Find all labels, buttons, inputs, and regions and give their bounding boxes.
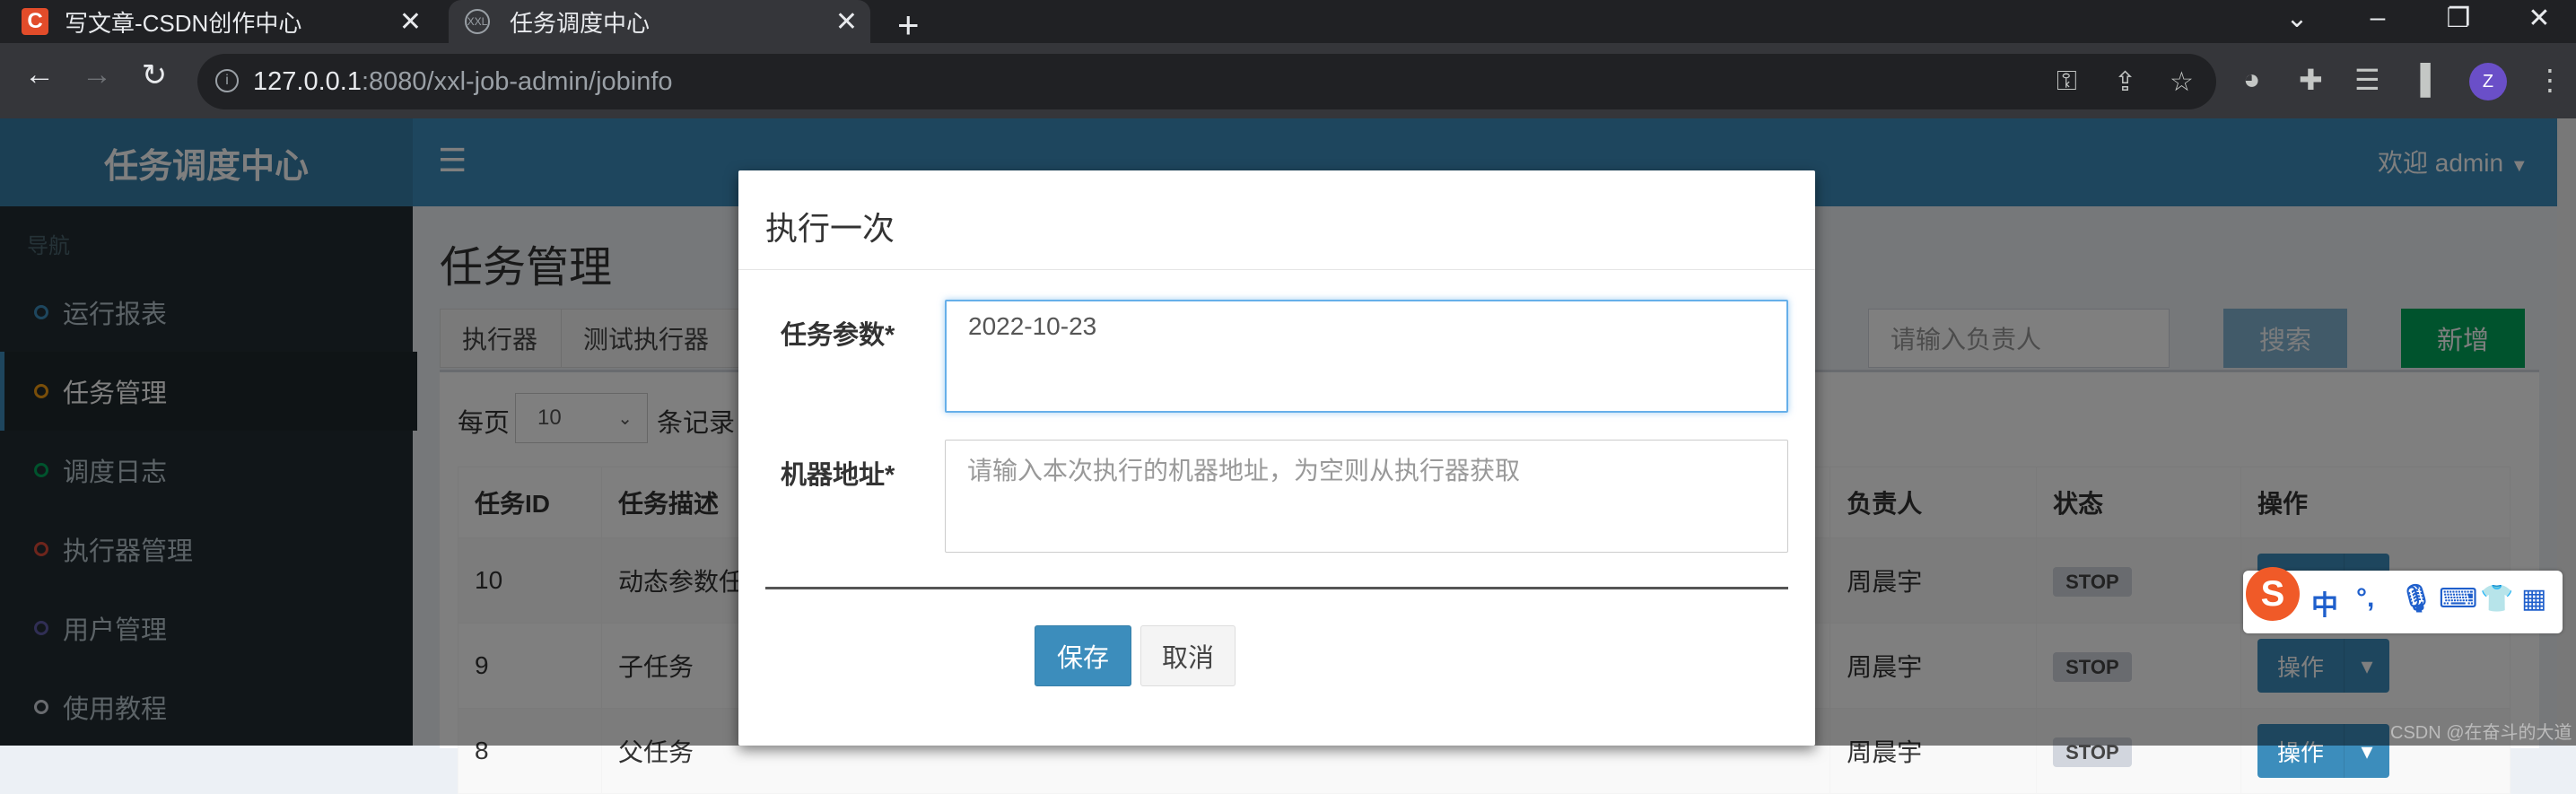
url-host: 127.0.0.1 xyxy=(253,66,362,96)
share-icon[interactable]: ⇪ xyxy=(2114,66,2136,98)
tab-search-icon[interactable]: ⌄ xyxy=(2270,0,2324,36)
new-tab-button[interactable]: + xyxy=(897,4,920,47)
save-button[interactable]: 保存 xyxy=(1035,625,1131,686)
tab-label: 任务调度中心 xyxy=(510,9,651,37)
sogou-logo-icon[interactable]: S xyxy=(2246,567,2300,621)
profile-avatar[interactable]: Z xyxy=(2469,63,2507,100)
param-textarea[interactable]: 2022-10-23 xyxy=(945,300,1788,413)
tab-xxl-job[interactable]: XXL 任务调度中心 ✕ xyxy=(449,0,870,43)
dialog-title: 执行一次 xyxy=(765,210,895,247)
apps-icon[interactable]: ▦ xyxy=(2521,583,2546,615)
form-divider xyxy=(765,587,1788,589)
csdn-favicon-icon: C xyxy=(22,8,48,35)
dialog-header-divider xyxy=(738,269,1815,270)
keyboard-icon[interactable]: ⌨ xyxy=(2439,583,2477,615)
browser-menu-icon[interactable]: ⋮ xyxy=(2536,63,2564,97)
key-icon[interactable]: ⚿ xyxy=(2056,66,2077,97)
watermark: CSDN @在奋斗的大道 xyxy=(2390,723,2572,743)
reload-icon[interactable]: ↻ xyxy=(135,57,174,93)
tab-label: 写文章-CSDN创作中心 xyxy=(65,9,302,37)
xxl-favicon-icon: XXL xyxy=(465,9,490,34)
window-close-icon[interactable]: ✕ xyxy=(2512,0,2566,36)
side-panel-icon[interactable]: ▐ xyxy=(2410,63,2431,96)
close-icon[interactable]: ✕ xyxy=(835,6,858,38)
address-bar[interactable]: i 127.0.0.1:8080/xxl-job-admin/jobinfo xyxy=(197,54,2216,109)
back-icon[interactable]: ← xyxy=(20,57,59,92)
bookmark-star-icon[interactable]: ☆ xyxy=(2170,66,2194,98)
param-label: 任务参数* xyxy=(781,321,895,350)
minimize-icon[interactable]: – xyxy=(2351,0,2405,36)
close-icon[interactable]: ✕ xyxy=(399,6,422,38)
url-path: :8080/xxl-job-admin/jobinfo xyxy=(361,66,673,96)
ime-mode-toggle[interactable]: 中 xyxy=(2311,583,2338,623)
skin-icon[interactable]: 👕 xyxy=(2480,583,2513,615)
info-icon[interactable]: i xyxy=(215,69,239,92)
cancel-button[interactable]: 取消 xyxy=(1140,625,1236,686)
restore-icon[interactable]: ❐ xyxy=(2432,0,2485,36)
media-queue-icon[interactable]: ☰ xyxy=(2354,63,2380,97)
extension-globe-icon[interactable]: ◕ xyxy=(2243,63,2260,96)
forward-icon[interactable]: → xyxy=(77,57,117,92)
mic-icon[interactable]: 🎙 xyxy=(2399,583,2433,615)
address-textarea[interactable]: 请输入本次执行的机器地址，为空则从执行器获取 xyxy=(945,440,1788,553)
address-label: 机器地址* xyxy=(781,461,895,490)
ime-punct-toggle[interactable]: °, xyxy=(2356,583,2374,614)
tab-csdn[interactable]: C 写文章-CSDN创作中心 ✕ xyxy=(22,0,434,43)
extensions-puzzle-icon[interactable]: ✚ xyxy=(2299,63,2323,97)
